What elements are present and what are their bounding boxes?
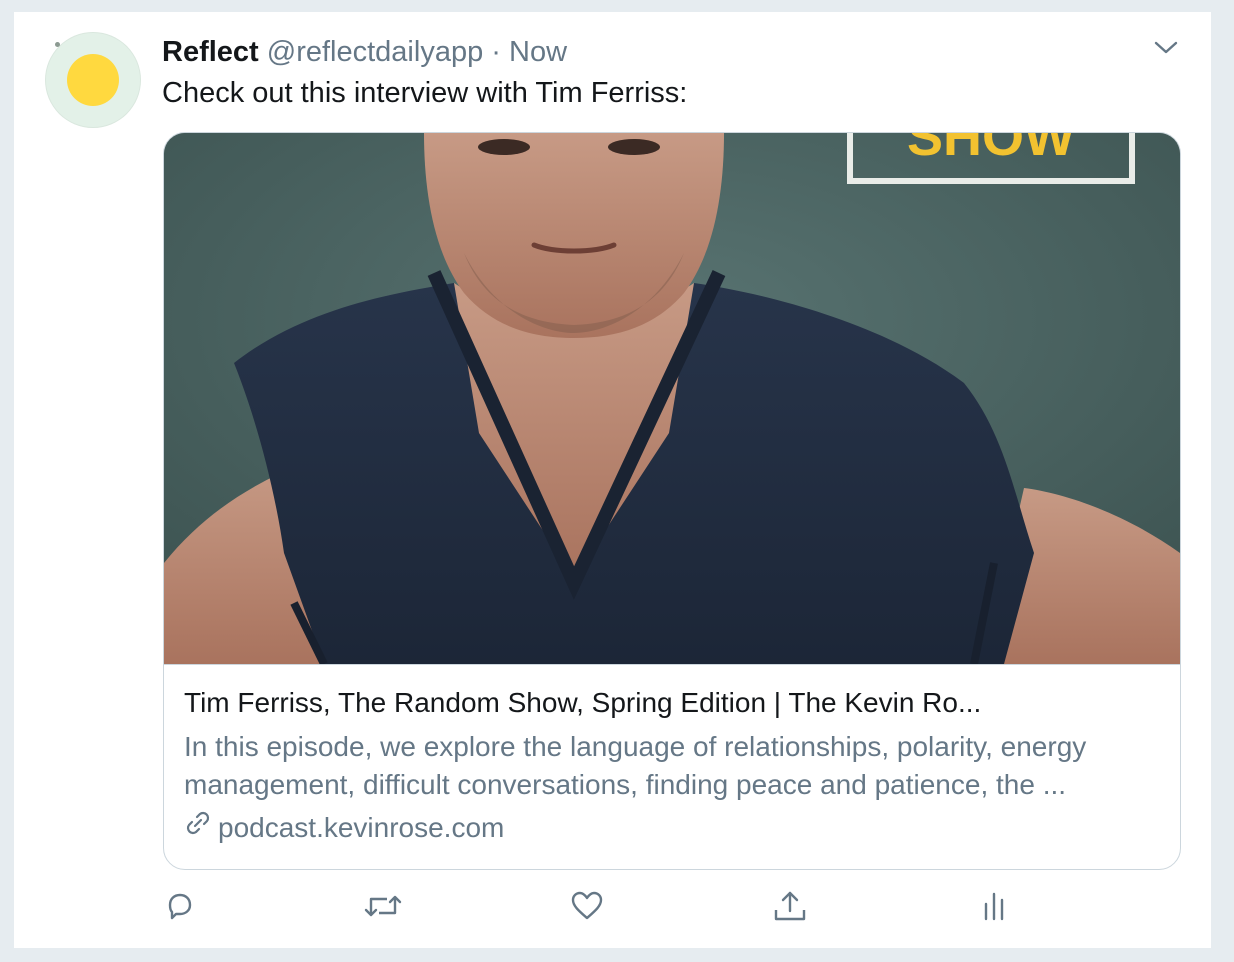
heart-icon <box>569 889 605 928</box>
retweet-icon <box>363 889 403 928</box>
avatar[interactable] <box>45 32 141 128</box>
share-button[interactable] <box>768 886 812 930</box>
more-options-button[interactable] <box>1150 34 1182 66</box>
card-domain-text: podcast.kevinrose.com <box>218 811 505 843</box>
chevron-down-icon <box>1153 40 1179 61</box>
like-button[interactable] <box>565 886 609 930</box>
reply-button[interactable] <box>158 886 202 930</box>
tweet-actions <box>162 886 1022 934</box>
analytics-icon <box>979 888 1009 929</box>
link-card[interactable]: SHOW Tim Ferriss, The Random Show, Sprin… <box>163 132 1181 870</box>
share-icon <box>772 888 808 929</box>
tweet-text: Check out this interview with Tim Ferris… <box>162 77 688 109</box>
card-description: In this episode, we explore the language… <box>184 731 1087 800</box>
link-icon <box>184 809 212 846</box>
retweet-button[interactable] <box>361 886 405 930</box>
card-domain[interactable]: podcast.kevinrose.com <box>184 809 504 846</box>
timestamp[interactable]: Now <box>509 36 567 68</box>
user-handle[interactable]: @reflectdailyapp <box>267 36 483 68</box>
separator-dot: · <box>491 36 501 68</box>
reply-icon <box>163 889 197 928</box>
card-title[interactable]: Tim Ferriss, The Random Show, Spring Edi… <box>184 685 981 721</box>
sun-icon <box>67 54 119 106</box>
tweet-header: Reflect @reflectdailyapp · Now <box>162 34 567 70</box>
card-image[interactable]: SHOW <box>164 133 1180 665</box>
analytics-button[interactable] <box>972 886 1016 930</box>
tweet[interactable]: Reflect @reflectdailyapp · Now Check out… <box>13 12 1212 949</box>
avatar-dot <box>55 42 60 47</box>
show-sign-text: SHOW <box>907 133 1075 167</box>
display-name[interactable]: Reflect <box>162 36 259 68</box>
